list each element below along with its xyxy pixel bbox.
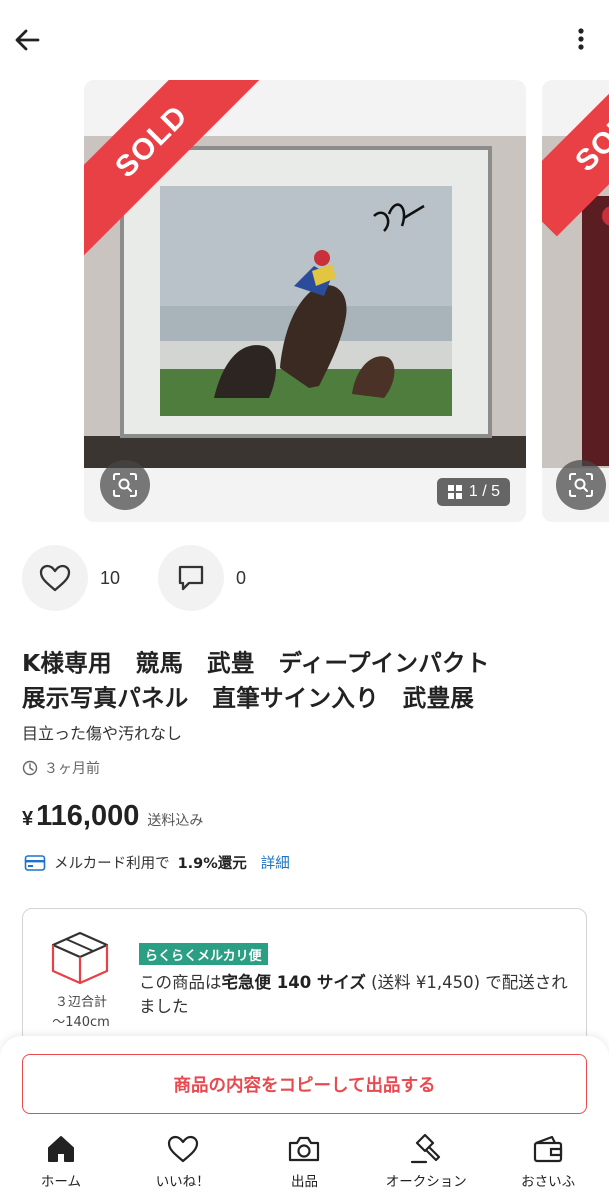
item-title: K様専用 競馬 武豊 ディープインパクト 展示写真パネル 直筆サイン入り 武豊展 xyxy=(22,649,490,712)
tab-likes-label: いいね！ xyxy=(155,1174,210,1190)
shipping-method-badge: らくらくメルカリ便 xyxy=(139,943,268,965)
comment-button[interactable] xyxy=(158,545,225,611)
top-bar xyxy=(0,0,609,78)
tab-sell[interactable]: 出品 xyxy=(244,1132,366,1199)
shipping-included-label: 送料込み xyxy=(147,813,204,829)
like-count: 10 xyxy=(100,567,121,588)
grid-icon xyxy=(447,485,462,499)
currency-symbol: ¥ xyxy=(22,808,34,830)
gallery-slide-2[interactable]: SOLD xyxy=(542,80,609,522)
tab-auction-label: オークション xyxy=(385,1174,467,1190)
price-row: ¥ 116,000 送料込み xyxy=(22,800,203,833)
item-condition: 目立った傷や汚れなし xyxy=(22,724,183,743)
clock-icon xyxy=(22,760,38,776)
posted-time: ３ヶ月前 xyxy=(22,758,100,778)
comment-count: 0 xyxy=(236,567,247,588)
tab-wallet[interactable]: おさいふ xyxy=(487,1132,609,1199)
card-promo: メルカード利用で 1.9%還元 詳細 xyxy=(24,852,290,873)
box-size-value: 〜140cm xyxy=(52,1015,110,1030)
wallet-icon xyxy=(533,1135,563,1163)
tab-likes[interactable]: いいね！ xyxy=(122,1132,244,1199)
shipping-size: 宅急便 140 サイズ xyxy=(221,973,366,992)
camera-icon xyxy=(289,1136,320,1162)
tab-auction[interactable]: オークション xyxy=(365,1132,487,1199)
image-gallery[interactable]: SOLD 1 / 5 SOLD xyxy=(0,80,609,524)
back-button[interactable] xyxy=(10,22,46,58)
home-icon xyxy=(47,1136,74,1162)
shipping-text-prefix: この商品は xyxy=(139,973,222,992)
arrow-left-icon xyxy=(15,29,40,51)
heart-icon xyxy=(39,564,71,592)
gallery-slide-1[interactable]: SOLD 1 / 5 xyxy=(84,80,526,522)
copy-listing-button[interactable]: 商品の内容をコピーして出品する xyxy=(22,1054,587,1114)
like-button[interactable] xyxy=(22,545,88,611)
zoom-scan-icon xyxy=(569,473,593,497)
box-size-label: ３辺合計 xyxy=(54,995,107,1010)
more-vertical-icon xyxy=(578,28,584,50)
card-promo-prefix: メルカード利用で xyxy=(54,856,170,872)
zoom-button-next[interactable] xyxy=(556,460,606,510)
package-box-icon xyxy=(51,931,109,985)
zoom-scan-icon xyxy=(113,473,137,497)
image-counter-text: 1 / 5 xyxy=(468,483,500,500)
posted-time-text: ３ヶ月前 xyxy=(44,761,100,777)
tab-sell-label: 出品 xyxy=(290,1174,318,1190)
heart-icon xyxy=(167,1135,198,1163)
gavel-icon xyxy=(411,1133,441,1164)
comment-icon xyxy=(178,565,204,591)
zoom-button[interactable] xyxy=(100,460,150,510)
shipping-description: この商品は宅急便 140 サイズ (送料 ¥1,450) で配送されました xyxy=(139,971,569,1019)
tab-home[interactable]: ホーム xyxy=(0,1132,122,1199)
item-price: 116,000 xyxy=(36,800,140,832)
tab-home-label: ホーム xyxy=(40,1174,81,1190)
card-promo-rate: 1.9%還元 xyxy=(177,856,247,872)
bottom-tab-bar: ホーム いいね！ 出品 オークション おさいふ xyxy=(0,1132,609,1199)
more-options-button[interactable] xyxy=(575,24,587,54)
image-counter[interactable]: 1 / 5 xyxy=(436,478,510,506)
tab-wallet-label: おさいふ xyxy=(521,1174,576,1190)
credit-card-icon xyxy=(24,854,46,871)
bottom-sheet: 商品の内容をコピーして出品する ホーム いいね！ 出品 オークション おさいふ xyxy=(0,1036,609,1199)
action-row: 10 0 xyxy=(22,545,246,611)
sold-label-next: SOLD xyxy=(569,93,609,179)
card-promo-detail-link[interactable]: 詳細 xyxy=(261,852,290,873)
